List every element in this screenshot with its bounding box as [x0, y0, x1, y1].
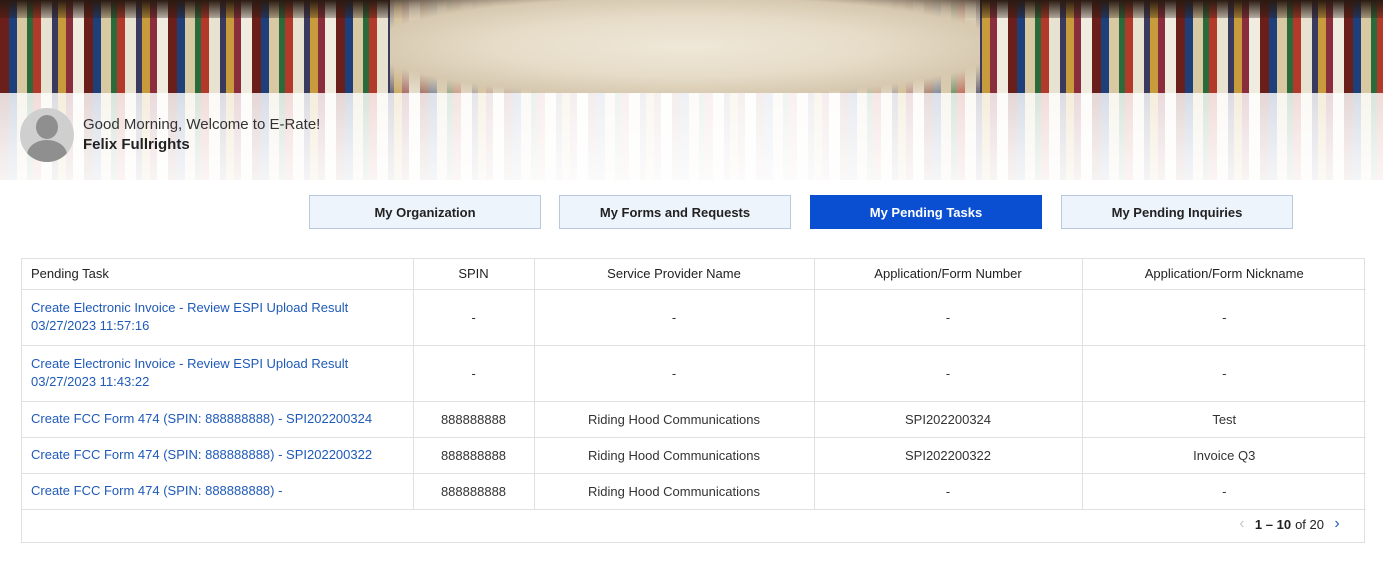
tab-my-forms-and-requests[interactable]: My Forms and Requests	[559, 195, 791, 229]
user-name: Felix Fullrights	[83, 136, 190, 153]
provider-cell: Riding Hood Communications	[533, 437, 814, 474]
table-row: Create FCC Form 474 (SPIN: 888888888) - …	[22, 401, 1366, 438]
table-row: Create FCC Form 474 (SPIN: 888888888) - …	[22, 437, 1366, 474]
nickname-cell: -	[1081, 289, 1366, 346]
pending-task-link[interactable]: Create FCC Form 474 (SPIN: 888888888) -	[31, 482, 413, 500]
pagination: ‹ 1 – 10 of 20 ›	[1235, 515, 1344, 533]
banner-image-center	[390, 0, 980, 93]
spin-cell: 888888888	[412, 437, 534, 474]
task-timestamp: 03/27/2023 11:43:22	[31, 374, 150, 389]
task-title: Create Electronic Invoice - Review ESPI …	[31, 300, 349, 315]
table-row: Create FCC Form 474 (SPIN: 888888888) - …	[22, 473, 1366, 510]
form-number-cell: -	[813, 345, 1082, 402]
provider-cell: -	[533, 345, 814, 402]
pending-task-cell: Create FCC Form 474 (SPIN: 888888888) -	[22, 473, 413, 510]
provider-cell: Riding Hood Communications	[533, 401, 814, 438]
spin-cell: -	[412, 345, 534, 402]
pagination-range: 1 – 10	[1254, 516, 1292, 532]
welcome-text: Good Morning, Welcome to E-Rate! Felix F…	[83, 115, 320, 155]
nickname-cell: Test	[1081, 401, 1366, 438]
column-header-spin[interactable]: SPIN	[412, 259, 534, 290]
task-timestamp: 03/27/2023 11:57:16	[31, 318, 150, 333]
pending-task-cell: Create FCC Form 474 (SPIN: 888888888) - …	[22, 437, 413, 474]
tab-my-pending-tasks[interactable]: My Pending Tasks	[810, 195, 1042, 229]
column-header-pending-task[interactable]: Pending Task	[22, 259, 413, 290]
pending-task-cell: Create FCC Form 474 (SPIN: 888888888) - …	[22, 401, 413, 438]
pending-task-cell: Create Electronic Invoice - Review ESPI …	[22, 289, 413, 346]
spin-cell: -	[412, 289, 534, 346]
table-header-row: Pending Task SPIN Service Provider Name …	[22, 259, 1366, 290]
tab-my-pending-inquiries[interactable]: My Pending Inquiries	[1061, 195, 1293, 229]
avatar-icon	[20, 108, 74, 162]
table-row: Create Electronic Invoice - Review ESPI …	[22, 345, 1366, 402]
column-header-form-number[interactable]: Application/Form Number	[813, 259, 1082, 290]
task-title: Create Electronic Invoice - Review ESPI …	[31, 356, 349, 371]
chevron-left-icon[interactable]: ‹	[1235, 515, 1249, 533]
welcome-section: Good Morning, Welcome to E-Rate! Felix F…	[20, 108, 320, 162]
provider-cell: Riding Hood Communications	[533, 473, 814, 510]
greeting-text: Good Morning, Welcome to E-Rate!	[83, 116, 321, 133]
tab-bar: My Organization My Forms and Requests My…	[0, 195, 1383, 229]
nickname-cell: Invoice Q3	[1081, 437, 1366, 474]
pending-task-link[interactable]: Create Electronic Invoice - Review ESPI …	[31, 299, 413, 335]
tab-my-organization[interactable]: My Organization	[309, 195, 541, 229]
spin-cell: 888888888	[412, 401, 534, 438]
nickname-cell: -	[1081, 473, 1366, 510]
pending-tasks-table: Pending Task SPIN Service Provider Name …	[21, 258, 1366, 543]
pending-task-link[interactable]: Create FCC Form 474 (SPIN: 888888888) - …	[31, 446, 413, 464]
table-row: Create Electronic Invoice - Review ESPI …	[22, 289, 1366, 346]
form-number-cell: -	[813, 289, 1082, 346]
provider-cell: -	[533, 289, 814, 346]
form-number-cell: SPI202200322	[813, 437, 1082, 474]
pending-task-link[interactable]: Create Electronic Invoice - Review ESPI …	[31, 355, 413, 391]
nickname-cell: -	[1081, 345, 1366, 402]
pending-task-link[interactable]: Create FCC Form 474 (SPIN: 888888888) - …	[31, 410, 413, 428]
column-header-service-provider[interactable]: Service Provider Name	[533, 259, 814, 290]
chevron-right-icon[interactable]: ›	[1330, 515, 1344, 533]
form-number-cell: -	[813, 473, 1082, 510]
form-number-cell: SPI202200324	[813, 401, 1082, 438]
pagination-total: of 20	[1295, 516, 1324, 532]
column-header-form-nickname[interactable]: Application/Form Nickname	[1081, 259, 1366, 290]
pending-task-cell: Create Electronic Invoice - Review ESPI …	[22, 345, 413, 402]
spin-cell: 888888888	[412, 473, 534, 510]
